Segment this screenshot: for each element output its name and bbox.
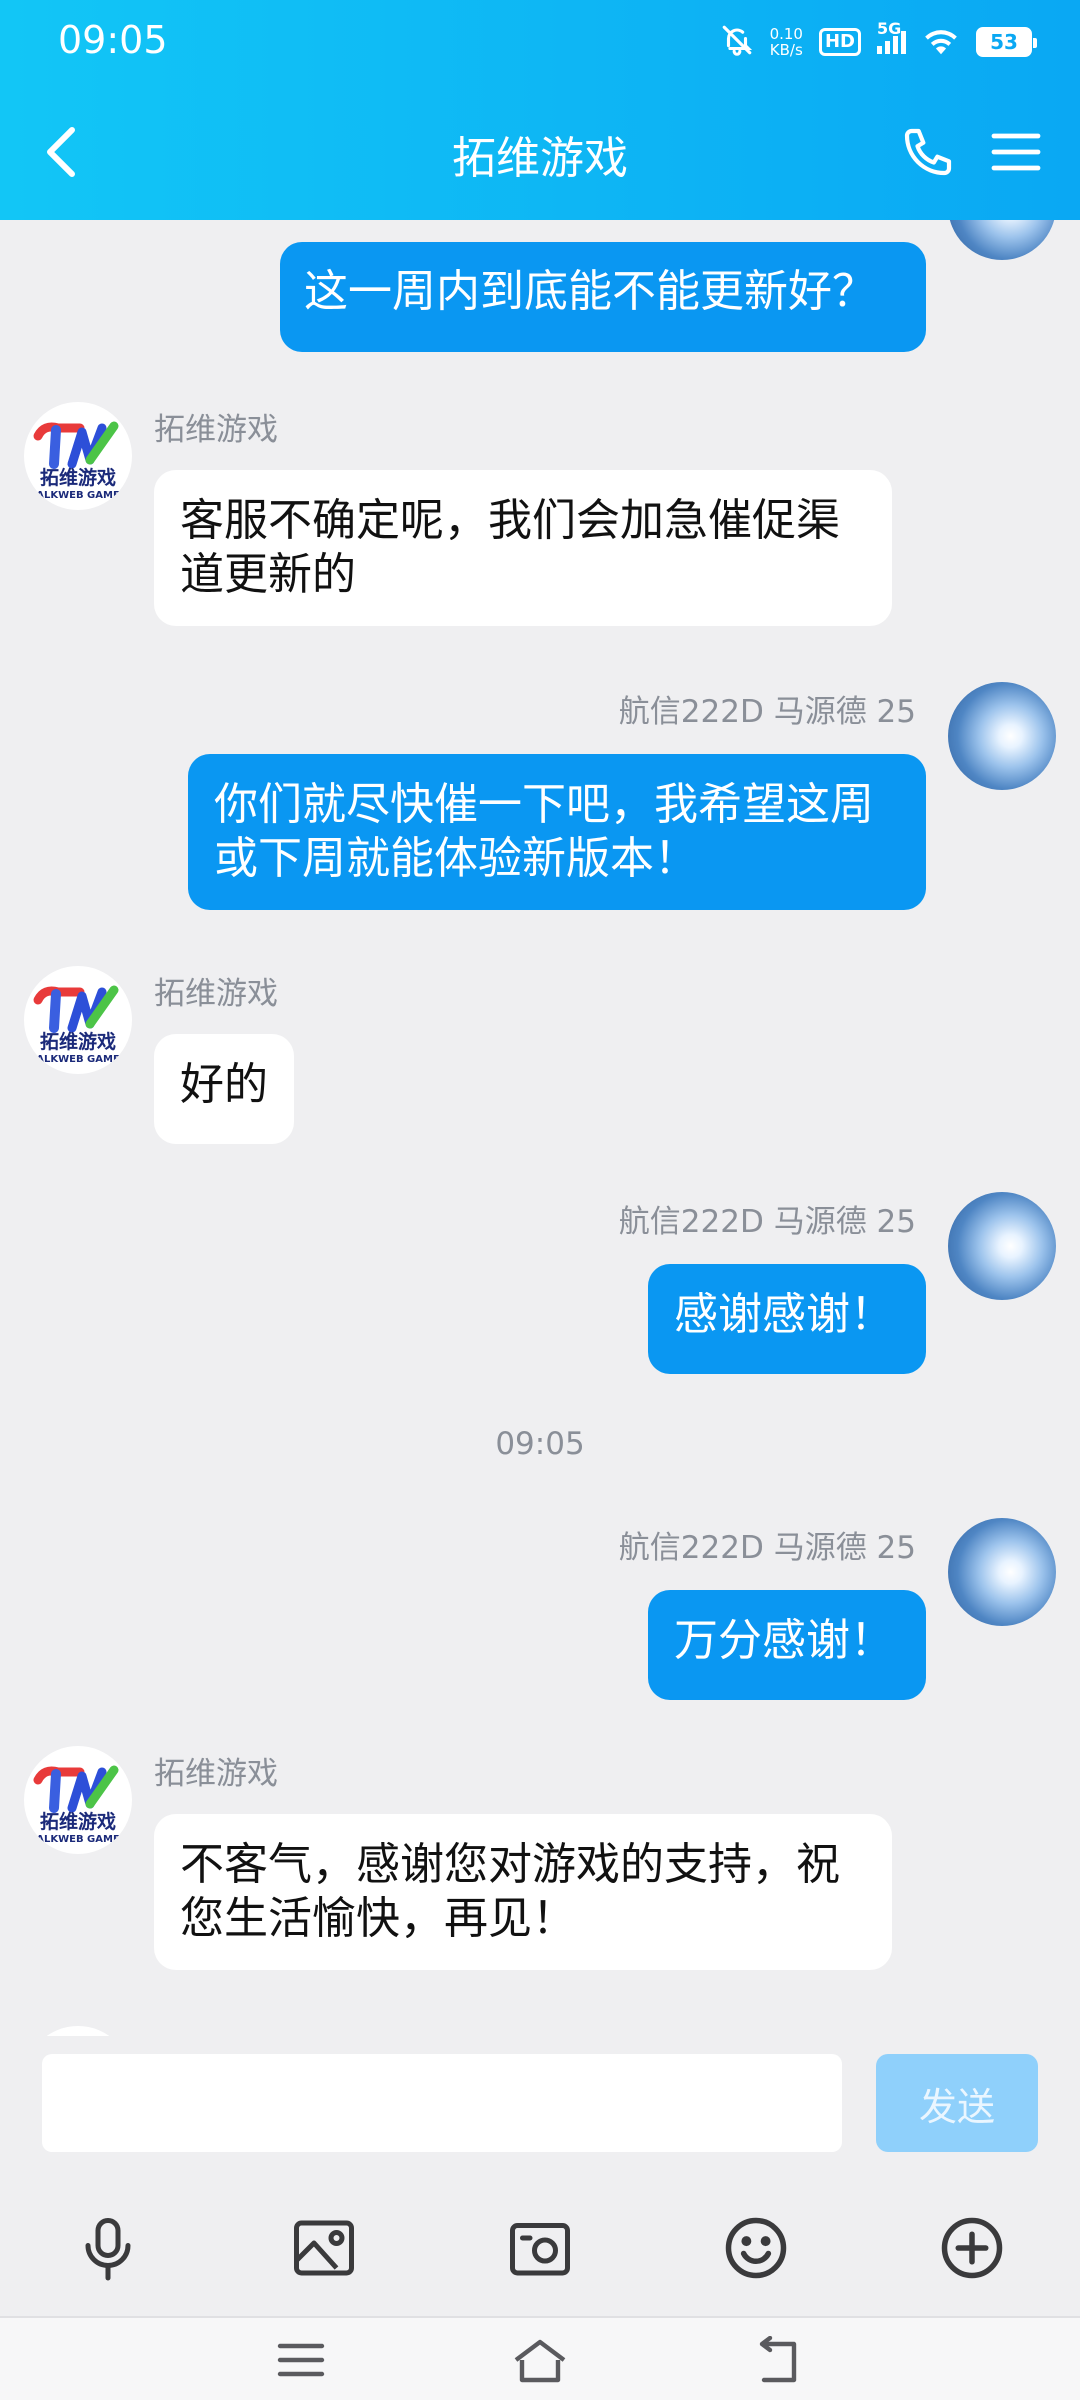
network-type: 5G bbox=[877, 18, 902, 38]
menu-lines-icon bbox=[277, 2343, 325, 2377]
phone-icon bbox=[904, 128, 952, 176]
message-bubble[interactable]: 不客气，感谢您对游戏的支持，祝您生活愉快，再见！ bbox=[154, 1814, 892, 1970]
more-button[interactable] bbox=[928, 2204, 1016, 2292]
game-logo-icon: 拓维游戏 ALKWEB GAME bbox=[33, 1765, 120, 1845]
avatar[interactable] bbox=[24, 2026, 132, 2036]
sender-name: 航信222D 马源德 25 bbox=[618, 1530, 916, 1566]
call-button[interactable] bbox=[888, 112, 968, 192]
image-icon bbox=[294, 2220, 354, 2276]
message-bubble[interactable]: 好的 bbox=[154, 1034, 294, 1144]
logo-subtext: ALKWEB GAME bbox=[36, 1834, 120, 1845]
camera-icon bbox=[510, 2223, 570, 2276]
home-button[interactable] bbox=[505, 2332, 575, 2388]
battery-icon: 53 bbox=[976, 27, 1037, 57]
logo-subtext: ALKWEB GAME bbox=[36, 1054, 120, 1065]
game-logo-icon: 拓维游戏 ALKWEB GAME bbox=[33, 985, 120, 1065]
message-bubble[interactable]: 感谢感谢！ bbox=[648, 1264, 926, 1374]
plus-icon bbox=[941, 2217, 1003, 2279]
avatar[interactable]: 拓维游戏 ALKWEB GAME bbox=[24, 966, 132, 1074]
mute-icon bbox=[720, 23, 754, 61]
recents-button[interactable] bbox=[266, 2332, 336, 2388]
message-bubble[interactable]: 这一周内到底能不能更新好？ bbox=[280, 242, 926, 352]
avatar[interactable] bbox=[948, 1518, 1056, 1626]
avatar[interactable] bbox=[948, 220, 1056, 260]
image-button[interactable] bbox=[280, 2204, 368, 2292]
message-bubble[interactable]: 你们就尽快催一下吧，我希望这周或下周就能体验新版本！ bbox=[188, 754, 926, 910]
camera-button[interactable] bbox=[496, 2204, 584, 2292]
logo-text: 拓维游戏 bbox=[40, 1810, 116, 1833]
system-nav-bar bbox=[0, 2318, 1080, 2400]
emoji-button[interactable] bbox=[712, 2204, 800, 2292]
microphone-icon bbox=[85, 2218, 131, 2281]
wifi-icon bbox=[922, 24, 960, 60]
input-bar: 发送 bbox=[0, 2036, 1080, 2178]
hd-icon: HD bbox=[818, 28, 861, 56]
chat-area[interactable]: 这一周内到底能不能更新好？ 拓维游戏 ALKWEB GAME 拓维游戏 客服不确… bbox=[0, 220, 1080, 2036]
home-icon bbox=[514, 2339, 566, 2383]
net-speed: 0.10 KB/s bbox=[770, 26, 803, 58]
logo-text: 拓维游戏 bbox=[40, 466, 116, 489]
input-toolbar bbox=[0, 2178, 1080, 2318]
message-bubble[interactable]: 客服不确定呢，我们会加急催促渠道更新的 bbox=[154, 470, 892, 626]
header: 09:05 0.10 KB/s HD 5G 53 拓维游戏 bbox=[0, 0, 1080, 220]
sender-name: 拓维游戏 bbox=[154, 976, 278, 1012]
status-time: 09:05 bbox=[58, 18, 168, 62]
voice-button[interactable] bbox=[64, 2204, 152, 2292]
sender-name: 拓维游戏 bbox=[154, 412, 278, 448]
message-bubble[interactable]: 万分感谢！ bbox=[648, 1590, 926, 1700]
menu-button[interactable] bbox=[976, 112, 1056, 192]
status-bar: 09:05 0.10 KB/s HD 5G 53 bbox=[0, 0, 1080, 84]
emoji-icon bbox=[725, 2217, 787, 2279]
avatar[interactable]: 拓维游戏 ALKWEB GAME bbox=[24, 1746, 132, 1854]
logo-subtext: ALKWEB GAME bbox=[36, 490, 120, 501]
sender-name: 拓维游戏 bbox=[154, 1756, 278, 1792]
hamburger-icon bbox=[991, 133, 1041, 171]
message-input[interactable] bbox=[42, 2054, 842, 2152]
game-logo-icon: 拓维游戏 ALKWEB GAME bbox=[33, 421, 120, 501]
net-speed-unit: KB/s bbox=[769, 41, 803, 59]
net-speed-value: 0.10 bbox=[769, 25, 803, 43]
avatar[interactable]: 拓维游戏 ALKWEB GAME bbox=[24, 402, 132, 510]
status-icons: 0.10 KB/s HD 5G 53 bbox=[720, 18, 1037, 66]
back-arrow-icon bbox=[759, 2336, 797, 2383]
time-separator: 09:05 bbox=[495, 1426, 585, 1462]
logo-text: 拓维游戏 bbox=[40, 1030, 116, 1053]
sender-name: 航信222D 马源德 25 bbox=[618, 694, 916, 730]
avatar[interactable] bbox=[948, 682, 1056, 790]
nav-bar: 拓维游戏 bbox=[0, 84, 1080, 220]
send-button[interactable]: 发送 bbox=[876, 2054, 1038, 2152]
sender-name: 航信222D 马源德 25 bbox=[618, 1204, 916, 1240]
avatar[interactable] bbox=[948, 1192, 1056, 1300]
signal-icon: 5G bbox=[877, 19, 906, 54]
back-nav-button[interactable] bbox=[744, 2332, 814, 2388]
